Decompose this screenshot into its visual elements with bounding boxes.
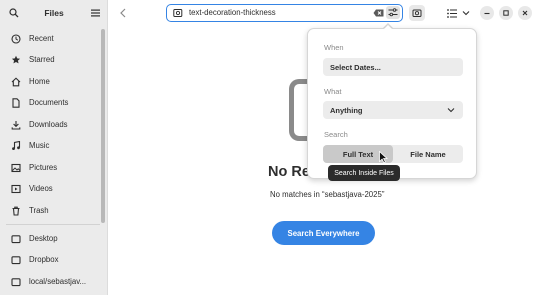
mouse-cursor-icon xyxy=(379,151,388,163)
sidebar-item-label: Desktop xyxy=(29,234,58,243)
clock-icon xyxy=(10,33,22,45)
sidebar-item-label: Videos xyxy=(29,184,53,193)
sidebar-item-music[interactable]: Music xyxy=(3,136,99,155)
download-icon xyxy=(10,119,22,131)
sidebar-item-videos[interactable]: Videos xyxy=(3,179,99,198)
star-icon xyxy=(10,54,22,66)
hamburger-menu-icon[interactable] xyxy=(89,7,101,19)
sidebar-item-recent[interactable]: Recent xyxy=(3,29,99,48)
sidebar-item-desktop[interactable]: Desktop xyxy=(3,229,99,248)
sidebar-item-label: Home xyxy=(29,77,50,86)
sidebar-header: Files xyxy=(0,0,108,26)
video-icon xyxy=(10,183,22,195)
search-query-text[interactable]: text-decoration-thickness xyxy=(189,8,276,17)
sidebar-item-dropbox[interactable]: Dropbox xyxy=(3,250,99,269)
search-everywhere-button[interactable]: Search Everywhere xyxy=(272,221,375,245)
file-name-button[interactable]: File Name xyxy=(393,145,463,163)
search-filter-icon[interactable] xyxy=(386,6,400,19)
chevron-left-icon[interactable] xyxy=(116,6,130,20)
what-dropdown-value: Anything xyxy=(330,105,363,115)
select-dates-button[interactable]: Select Dates... xyxy=(323,58,463,76)
sidebar-item-downloads[interactable]: Downloads xyxy=(3,115,99,134)
folder-icon xyxy=(10,276,22,288)
sidebar-item-label: Recent xyxy=(29,34,54,43)
sidebar-item-documents[interactable]: Documents xyxy=(3,93,99,112)
sidebar-item-label: Dropbox xyxy=(29,255,59,264)
header-bar: text-decoration-thickness xyxy=(108,0,540,26)
close-icon[interactable] xyxy=(518,6,532,20)
music-icon xyxy=(10,140,22,152)
sidebar-item-label: local/sebastjav... xyxy=(29,277,87,286)
sidebar-scrollbar[interactable] xyxy=(101,29,105,223)
sidebar-item-label: Documents xyxy=(29,98,69,107)
sidebar-separator xyxy=(6,224,100,225)
sidebar-item-trash[interactable]: Trash xyxy=(3,201,99,220)
chevron-down-icon xyxy=(447,106,455,114)
sidebar-item-label: Starred xyxy=(29,55,55,64)
folder-search-icon xyxy=(173,8,183,18)
maximize-icon[interactable] xyxy=(499,6,513,20)
what-dropdown[interactable]: Anything xyxy=(323,101,463,119)
search-input[interactable]: text-decoration-thickness xyxy=(166,4,403,22)
sidebar-item-pictures[interactable]: Pictures xyxy=(3,158,99,177)
document-icon xyxy=(10,97,22,109)
search-label: Search xyxy=(324,130,348,139)
when-label: When xyxy=(324,43,344,52)
sidebar-item-starred[interactable]: Starred xyxy=(3,50,99,69)
minimize-icon[interactable] xyxy=(480,6,494,20)
home-icon xyxy=(10,76,22,88)
sidebar-item-label: Music xyxy=(29,141,50,150)
trash-icon xyxy=(10,205,22,217)
search-filter-popover: When Select Dates... What Anything Searc… xyxy=(307,28,477,179)
clear-text-icon[interactable] xyxy=(373,8,384,18)
what-label: What xyxy=(324,87,342,96)
chevron-down-icon[interactable] xyxy=(458,5,474,21)
sidebar-item-local-sebastjava[interactable]: local/sebastjav... xyxy=(3,272,99,291)
folder-icon xyxy=(10,254,22,266)
sidebar-item-label: Pictures xyxy=(29,163,58,172)
picture-icon xyxy=(10,162,22,174)
folder-icon xyxy=(10,233,22,245)
sidebar: Files Recent Starred Home Documents Down… xyxy=(0,0,108,295)
search-mode-toggle: Full Text File Name xyxy=(323,145,463,163)
sidebar-item-label: Trash xyxy=(29,206,49,215)
sidebar-item-label: Downloads xyxy=(29,120,68,129)
empty-state-subtitle: No matches in “sebastjava-2025” xyxy=(270,190,385,199)
select-dates-label: Select Dates... xyxy=(330,62,381,72)
tooltip: Search Inside Files xyxy=(328,165,400,181)
sidebar-item-home[interactable]: Home xyxy=(3,72,99,91)
popover-arrow-inner xyxy=(383,24,393,30)
new-folder-icon[interactable] xyxy=(409,5,425,21)
